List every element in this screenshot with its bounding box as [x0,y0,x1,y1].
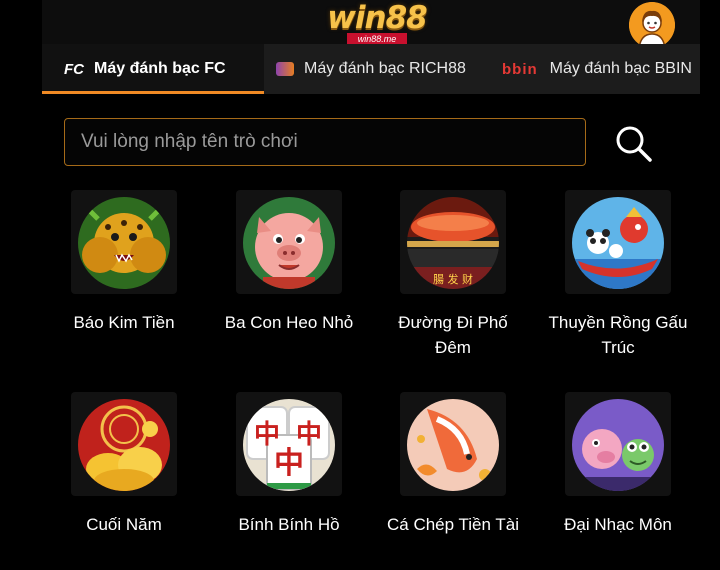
game-card[interactable]: 腸 发 财 Đường Đi Phố Đêm [388,190,518,357]
game-title: Đại Nhạc Môn [564,515,672,534]
game-title: Cuối Năm [86,515,162,534]
svg-text:腸 发 财: 腸 发 财 [433,272,473,286]
game-title: Ba Con Heo Nhỏ [224,313,354,332]
game-card[interactable]: Cuối Năm [59,392,189,552]
game-thumbnail-new-year [78,399,170,491]
svg-text:中: 中 [274,446,304,481]
game-title: Bính Bính Hồ [238,515,340,534]
game-thumbnail-big-band [572,399,664,491]
game-title: Đường Đi Phố Đêm [398,313,508,357]
game-card[interactable]: Báo Kim Tiền [59,190,189,350]
game-card[interactable]: 中 中 中 Bính Bính Hồ [224,392,354,552]
game-thumbnail-dragon-boat [572,197,664,289]
game-card[interactable]: Ba Con Heo Nhỏ [224,190,354,350]
game-thumbnail-pig [243,197,335,289]
game-card[interactable]: Đại Nhạc Môn [553,392,683,552]
game-thumbnail-koi [407,399,499,491]
game-grid: Báo Kim Tiền Ba Con Heo Nhỏ 腸 发 财 Đường … [0,0,720,570]
game-card[interactable]: Cá Chép Tiền Tài [387,392,519,552]
game-card[interactable]: Thuyền Rồng Gấu Trúc [549,190,687,357]
game-thumbnail-mahjong: 中 中 中 [243,399,335,491]
game-title: Thuyền Rồng Gấu Trúc [548,313,688,357]
game-title: Cá Chép Tiền Tài [387,515,519,534]
game-thumbnail-sausage: 腸 发 财 [407,197,499,289]
game-thumbnail-leopard [78,197,170,289]
game-title: Báo Kim Tiền [73,313,175,332]
